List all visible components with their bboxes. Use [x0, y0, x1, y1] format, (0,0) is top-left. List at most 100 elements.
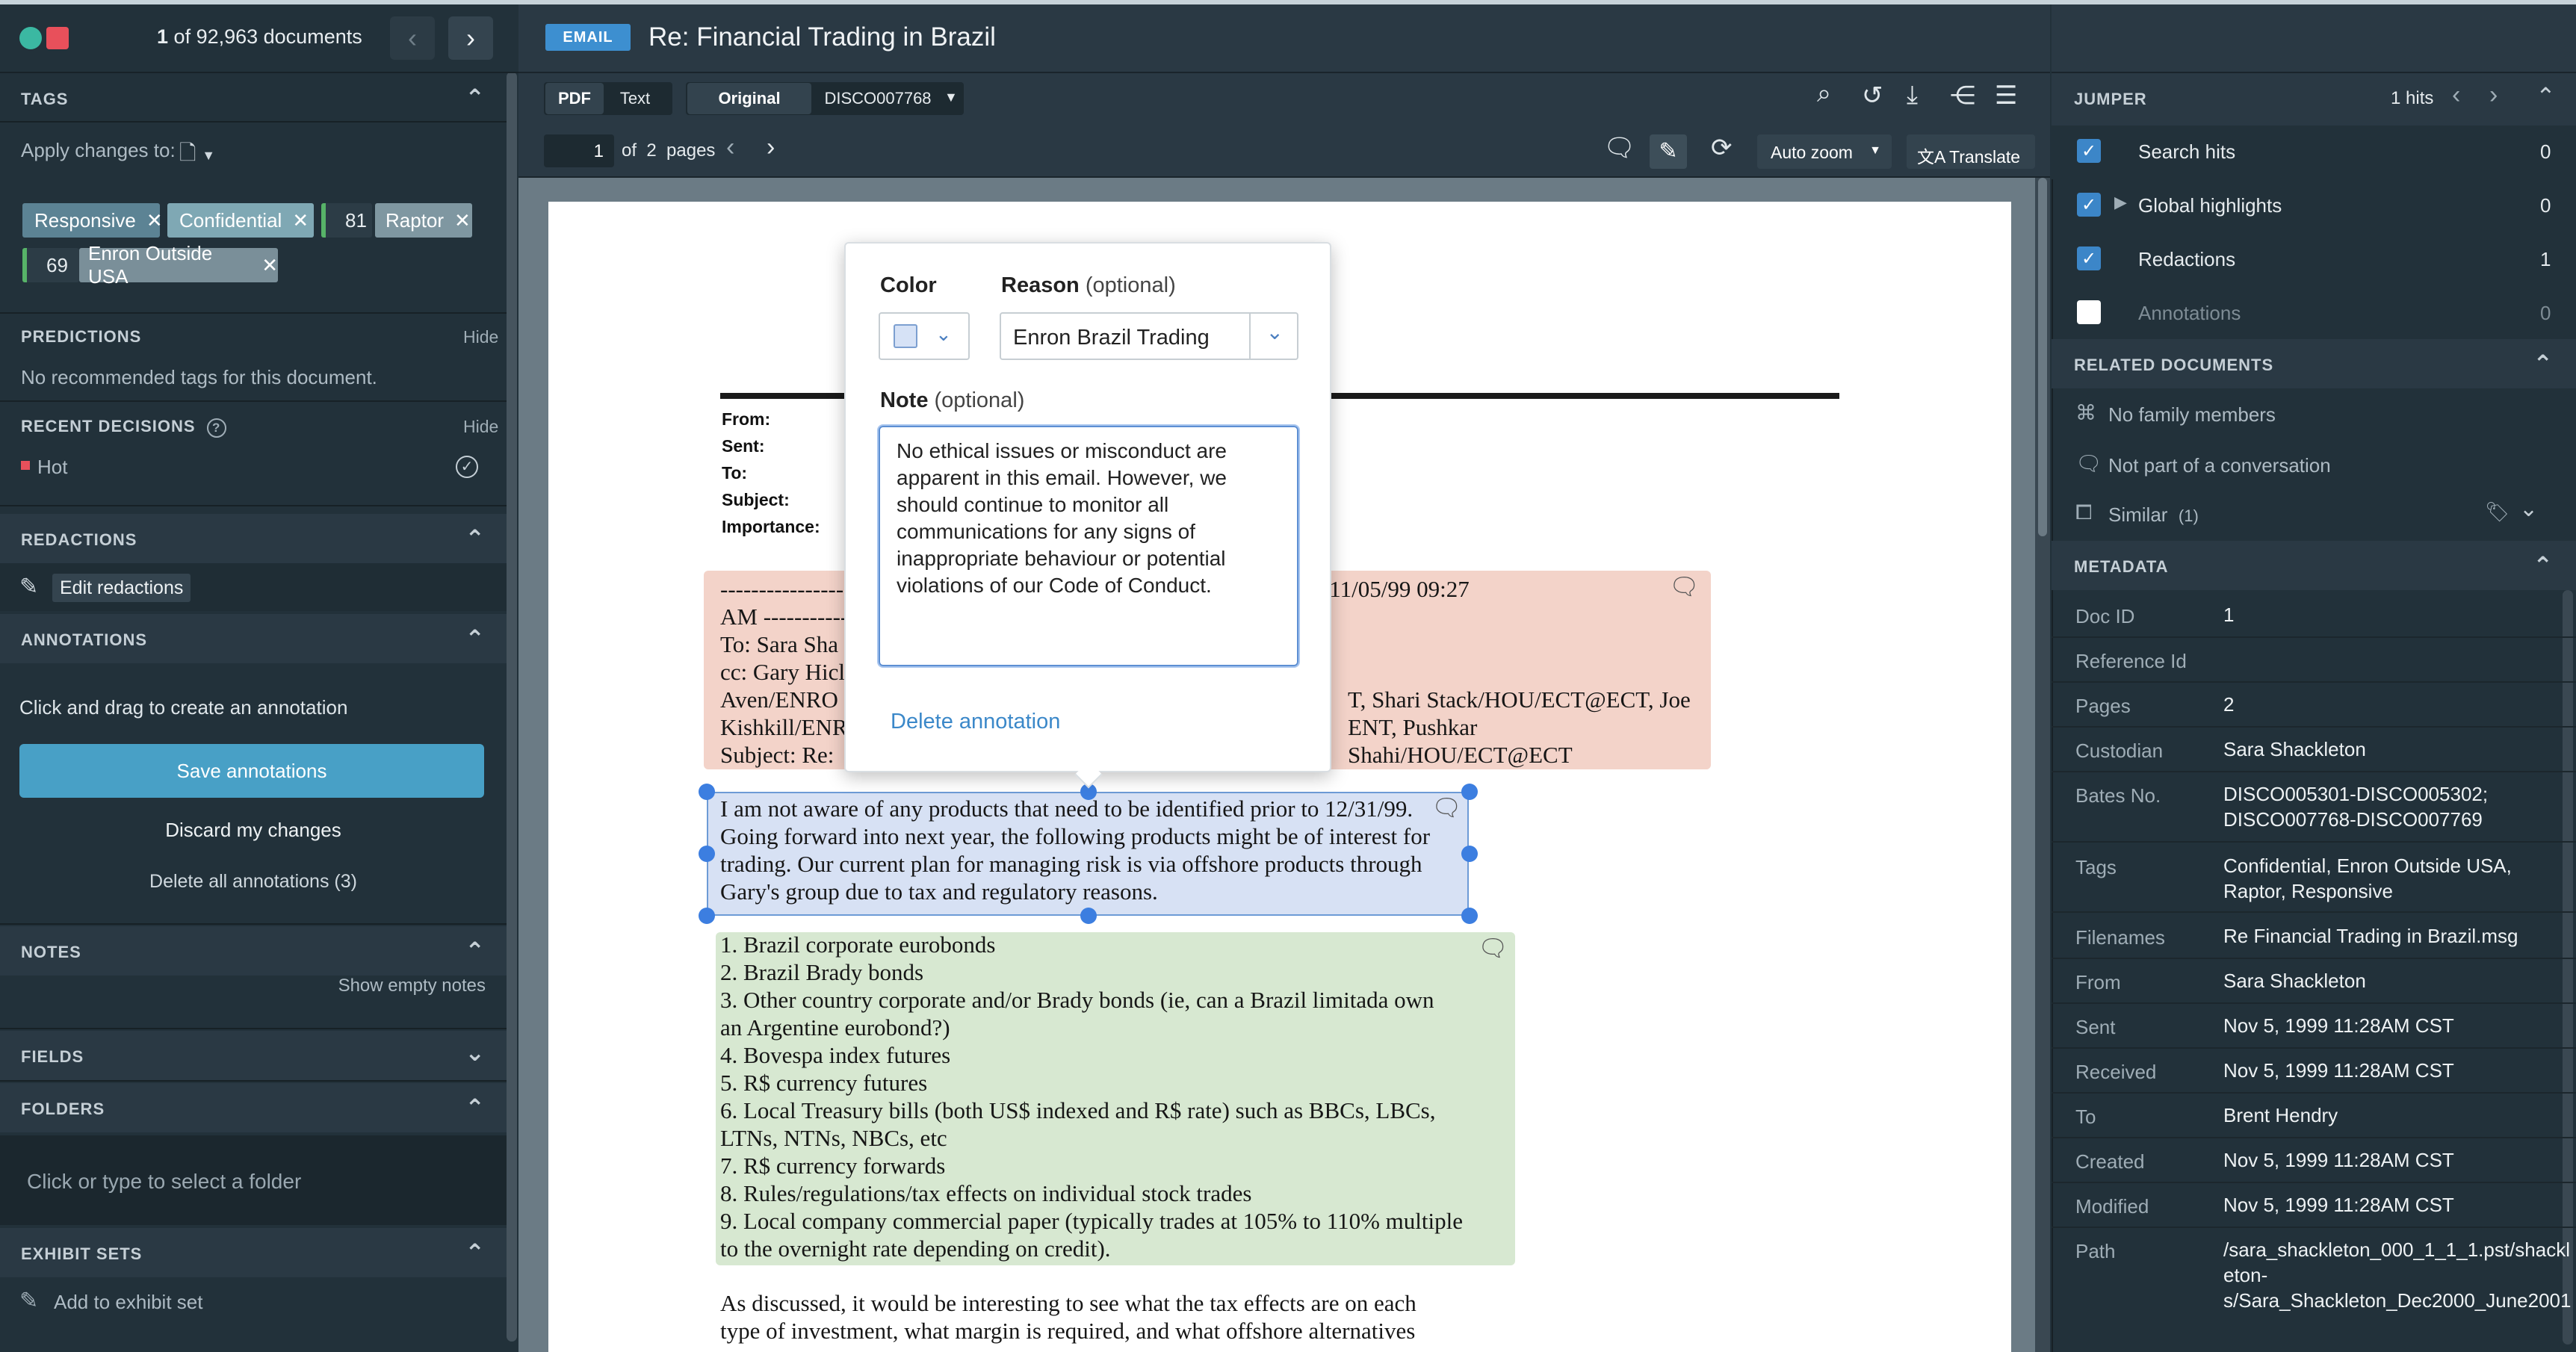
checkbox-global-highlights[interactable]: ✓ — [2077, 193, 2101, 217]
text-line: trading. Our current plan for managing r… — [720, 851, 1422, 877]
jumper-row[interactable] — [2052, 125, 2576, 179]
checkbox-redactions[interactable]: ✓ — [2077, 246, 2101, 270]
note-label: Note (optional) — [880, 388, 1025, 412]
next-hit-button[interactable]: › — [2489, 81, 2498, 110]
show-empty-notes-link[interactable]: Show empty notes — [0, 976, 486, 996]
comment-icon[interactable]: 🗨 — [1603, 133, 1635, 163]
chevron-down-icon[interactable]: ⌄ — [2519, 496, 2538, 522]
related-documents-header[interactable]: RELATED DOCUMENTS ⌃ — [2052, 339, 2576, 388]
text-line: 6. Local Treasury bills (both US$ indexe… — [720, 1097, 1436, 1123]
metadata-value: Brent Hendry — [2223, 1104, 2338, 1126]
tag-confidential[interactable]: Confidential ✕ — [167, 203, 314, 238]
next-page-button[interactable]: › — [767, 133, 775, 162]
add-to-exhibit-set-button[interactable]: Add to exhibit set — [54, 1291, 202, 1314]
download-icon[interactable]: ⤓ — [1907, 81, 1918, 110]
resize-handle[interactable] — [1461, 908, 1478, 924]
save-annotations-button[interactable]: Save annotations — [19, 744, 484, 798]
notes-title: NOTES — [21, 943, 81, 961]
search-icon[interactable]: ⌕ — [1817, 79, 1831, 108]
remove-tag-icon[interactable]: ✕ — [261, 254, 278, 277]
remove-tag-icon[interactable]: ✕ — [146, 209, 163, 232]
remove-tag-icon[interactable]: ✕ — [292, 209, 309, 232]
annotations-section-header[interactable]: ANNOTATIONS ⌃ — [0, 614, 507, 663]
folders-section-header[interactable]: FOLDERS ⌃ — [0, 1083, 507, 1132]
divider — [2052, 911, 2576, 913]
exhibit-sets-section-header[interactable]: EXHIBIT SETS ⌃ — [0, 1228, 507, 1277]
resize-handle[interactable] — [1461, 784, 1478, 800]
predictions-hide-link[interactable]: Hide — [463, 327, 498, 347]
previous-document-button[interactable]: ‹ — [390, 16, 435, 60]
note-textarea[interactable]: No ethical issues or misconduct are appa… — [879, 426, 1298, 666]
color-dropdown[interactable] — [879, 312, 970, 360]
remove-tag-icon[interactable]: ✕ — [454, 209, 471, 232]
fields-section-header[interactable]: FIELDS ⌄ — [0, 1031, 507, 1080]
edit-redactions-button[interactable]: Edit redactions — [52, 574, 191, 602]
body-text: As discussed, it would be interesting to… — [720, 1289, 1691, 1345]
checkbox-search-hits[interactable]: ✓ — [2077, 139, 2101, 163]
apply-changes-dropdown[interactable]: 🗋 ▼ — [179, 137, 215, 173]
metadata-value: Confidential, Enron Outside USA, Raptor,… — [2223, 855, 2512, 902]
reason-value: Enron Brazil Trading — [1013, 326, 1210, 350]
tag-raptor[interactable]: Raptor ✕ — [375, 203, 472, 238]
jumper-label: Annotations — [2138, 302, 2241, 324]
metadata-header[interactable]: METADATA ⌃ — [2052, 541, 2576, 590]
caret-right-icon[interactable]: ▶ — [2114, 193, 2127, 212]
resize-handle[interactable] — [699, 784, 715, 800]
resize-handle[interactable] — [1080, 908, 1097, 924]
tag-label: Raptor — [386, 208, 445, 232]
divider — [0, 923, 507, 925]
metadata-label: From — [2075, 971, 2121, 993]
metadata-scrollbar[interactable] — [2563, 590, 2573, 1345]
viewer-scrollbar-thumb[interactable] — [2038, 178, 2047, 536]
previous-hit-button[interactable]: ‹ — [2452, 81, 2460, 110]
notes-section-header[interactable]: NOTES ⌃ — [0, 926, 507, 976]
highlighter-icon[interactable]: ✎ — [1650, 134, 1687, 169]
recent-decision-item[interactable]: Hot — [37, 456, 67, 479]
folder-select-input[interactable]: Click or type to select a folder — [0, 1135, 507, 1225]
resize-handle[interactable] — [699, 908, 715, 924]
caret-down-icon[interactable]: ▼ — [944, 90, 958, 105]
wrap-lines-icon[interactable]: ☰ — [1995, 81, 2017, 111]
checkmark-circle-icon[interactable]: ✓ — [456, 456, 478, 478]
delete-all-annotations-button[interactable]: Delete all annotations (3) — [0, 871, 507, 893]
header-label-to: To: — [722, 463, 748, 483]
document-type-badge: EMAIL — [545, 24, 631, 51]
metadata-label: Pages — [2075, 695, 2131, 717]
tab-text[interactable]: Text — [605, 83, 665, 114]
zoom-label: Auto zoom — [1771, 143, 1853, 162]
recent-decisions-hide-link[interactable]: Hide — [463, 417, 498, 437]
tags-section-header[interactable]: TAGS ⌃ — [0, 73, 507, 123]
resize-handle[interactable] — [1461, 846, 1478, 862]
reason-dropdown[interactable]: Enron Brazil Trading ⌄ — [1000, 312, 1298, 360]
text-line: 4. Bovespa index futures — [720, 1042, 951, 1068]
divider — [2052, 1002, 2576, 1004]
document-counter: 1 of 92,963 documents — [157, 25, 362, 48]
metadata-label: To — [2075, 1106, 2096, 1128]
delete-annotation-button[interactable]: Delete annotation — [891, 710, 1060, 734]
previous-page-button[interactable]: ‹ — [726, 133, 734, 162]
tab-pdf[interactable]: PDF — [545, 83, 604, 114]
doc-code-dropdown[interactable]: DISCO007768 — [814, 83, 941, 114]
zoom-dropdown[interactable]: Auto zoom ▼ — [1757, 134, 1892, 169]
annotation-note-icon[interactable]: 🗨 — [1431, 793, 1462, 822]
divider — [2052, 771, 2576, 772]
rotate-icon[interactable]: ⟳ — [1711, 133, 1733, 163]
version-original-button[interactable]: Original — [687, 83, 811, 114]
resize-handle[interactable] — [699, 846, 715, 862]
text-line: type of investment, what margin is requi… — [720, 1318, 1416, 1344]
page-number-input[interactable]: 1 — [544, 134, 614, 167]
tag-enron-outside-usa[interactable]: Enron Outside USA ✕ — [79, 242, 278, 288]
similar-documents-link[interactable]: Similar (1) — [2108, 503, 2199, 527]
translate-button[interactable]: 文A Translate — [1907, 134, 2035, 169]
redactions-section-header[interactable]: REDACTIONS ⌃ — [0, 514, 507, 563]
help-icon[interactable]: ? — [206, 418, 226, 438]
tag-responsive[interactable]: Responsive ✕ — [22, 203, 163, 238]
left-scrollbar[interactable] — [507, 72, 517, 1342]
tag-icon[interactable]: 🏷 — [2485, 500, 2510, 524]
discard-changes-button[interactable]: Discard my changes — [0, 819, 507, 842]
history-icon[interactable]: ↺ — [1862, 81, 1883, 111]
checkbox-annotations[interactable] — [2077, 300, 2101, 324]
chevron-up-icon[interactable]: ⌃ — [2536, 82, 2556, 111]
share-icon[interactable]: ⋲ — [1950, 81, 1975, 111]
next-document-button[interactable]: › — [448, 16, 493, 60]
